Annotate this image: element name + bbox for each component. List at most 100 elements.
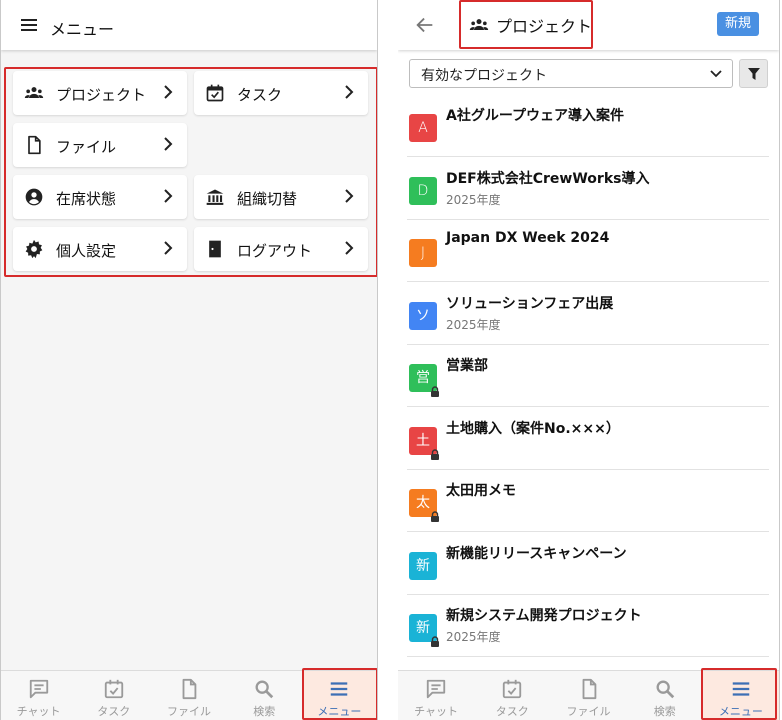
project-name: 新規システム開発プロジェクト: [446, 608, 642, 624]
chevron-right-icon: [164, 85, 173, 99]
lock-icon: [431, 386, 439, 397]
menu-item-file[interactable]: ファイル: [13, 123, 187, 167]
project-name: 新機能リリースキャンペーン: [446, 545, 627, 562]
chat-icon: [426, 679, 446, 699]
calendar-check-icon: [206, 84, 224, 102]
back-arrow-icon[interactable]: [414, 14, 436, 36]
nav-menu[interactable]: メニュー: [301, 671, 377, 720]
chevron-down-icon: [710, 70, 722, 78]
menu-icon: [732, 682, 750, 696]
bottom-nav: チャット タスク ファイル 検索 メニュー: [398, 670, 779, 720]
project-name: 太田用メモ: [446, 483, 516, 499]
nav-label: 検索: [253, 705, 276, 718]
menu-item-label: 組織切替: [237, 190, 298, 208]
nav-label: チャット: [16, 705, 61, 718]
project-avatar: D: [409, 176, 437, 205]
project-name: ソリューションフェア出展: [446, 295, 614, 312]
project-avatar: A: [409, 114, 437, 142]
menu-item-project[interactable]: プロジェクト: [13, 71, 187, 115]
hamburger-icon[interactable]: [21, 19, 37, 34]
door-icon: [209, 240, 221, 258]
project-name: DEF株式会社CrewWorks導入: [446, 170, 650, 187]
menu-item-task[interactable]: タスク: [194, 71, 368, 115]
chevron-right-icon: [345, 85, 354, 99]
project-subtitle: 2025年度: [446, 630, 501, 644]
project-avatar: ソ: [409, 301, 437, 330]
nav-label: チャット: [414, 705, 459, 718]
account-circle-icon: [25, 188, 43, 206]
menu-header: メニュー: [1, 0, 377, 50]
file-icon: [182, 678, 197, 700]
file-icon: [28, 135, 41, 155]
project-filter-select[interactable]: 有効なプロジェクト: [409, 59, 733, 88]
project-row[interactable]: ソソリューションフェア出展 2025年度: [407, 283, 769, 345]
menu-highlight-frame: プロジェクト タスク ファイル 在席状態 組織切替 個人設定 ログアウト: [4, 67, 377, 277]
bottom-nav: チャット タスク ファイル 検索 メニュー: [1, 670, 377, 720]
filter-button[interactable]: [739, 59, 768, 88]
title-highlight-frame: [459, 0, 593, 49]
search-icon: [255, 680, 274, 699]
nav-file[interactable]: ファイル: [550, 671, 626, 720]
menu-item-logout[interactable]: ログアウト: [194, 227, 368, 271]
menu-item-label: タスク: [237, 86, 283, 104]
bank-icon: [206, 189, 224, 205]
nav-file[interactable]: ファイル: [151, 671, 226, 720]
project-avatar: 新: [409, 551, 437, 580]
project-subtitle: 2025年度: [446, 317, 501, 332]
nav-task[interactable]: タスク: [474, 671, 550, 720]
project-row[interactable]: J Japan DX Week 2024: [407, 220, 769, 282]
nav-menu[interactable]: メニュー: [702, 671, 779, 720]
nav-chat[interactable]: チャット: [1, 671, 76, 720]
nav-chat[interactable]: チャット: [398, 671, 474, 720]
project-row[interactable]: 営営業部: [407, 345, 769, 407]
new-project-button[interactable]: 新規: [716, 12, 759, 36]
nav-label: メニュー: [718, 705, 763, 718]
project-avatar: J: [409, 239, 437, 267]
project-row[interactable]: 新新規システム開発プロジェクト 2025年度: [407, 595, 769, 657]
nav-label: タスク: [495, 705, 529, 718]
nav-label: 検索: [653, 705, 676, 718]
menu-item-label: ファイル: [56, 138, 117, 156]
project-name: A社グループウェア導入案件: [446, 108, 624, 124]
chevron-right-icon: [164, 137, 173, 151]
task-icon: [104, 679, 123, 699]
menu-item-org-switch[interactable]: 組織切替: [194, 175, 368, 219]
project-row[interactable]: 土土地購入（案件No.×××）: [407, 408, 769, 470]
menu-screen: メニュー プロジェクト タスク ファイル 在席状態 組織切替 個人設定 ログアウ…: [0, 0, 378, 720]
project-row[interactable]: D DEF株式会社CrewWorks導入 2025年度: [407, 158, 769, 220]
project-row[interactable]: A A社グループウェア導入案件: [407, 95, 769, 157]
project-name: 土地購入（案件No.×××）: [446, 420, 620, 437]
nav-search[interactable]: 検索: [227, 671, 302, 720]
people-icon: [24, 87, 44, 98]
filter-selected-value: 有効なプロジェクト: [421, 68, 547, 84]
lock-icon: [431, 448, 439, 460]
project-name: 営業部: [446, 358, 488, 374]
chevron-right-icon: [345, 241, 354, 255]
chat-icon: [29, 679, 48, 699]
lock-icon: [431, 636, 439, 647]
project-name: Japan DX Week 2024: [446, 230, 610, 246]
nav-label: メニュー: [317, 705, 362, 718]
task-icon: [503, 679, 522, 699]
nav-label: タスク: [97, 705, 131, 718]
menu-item-label: 在席状態: [56, 190, 117, 208]
nav-task[interactable]: タスク: [76, 671, 151, 720]
nav-label: ファイル: [167, 705, 211, 718]
project-subtitle: 2025年度: [446, 192, 501, 207]
file-icon: [582, 678, 596, 700]
menu-item-personal-settings[interactable]: 個人設定: [13, 227, 187, 271]
menu-item-presence[interactable]: 在席状態: [13, 175, 187, 219]
chevron-right-icon: [345, 189, 354, 203]
gear-icon: [25, 239, 43, 259]
chevron-right-icon: [164, 241, 173, 255]
project-row[interactable]: 太太田用メモ: [407, 470, 769, 532]
project-list-screen: プロジェクト 新規 有効なプロジェクト A A社グループウェア導入案件 D DEF株式…: [398, 0, 780, 720]
menu-item-label: ログアウト: [237, 242, 313, 260]
page-title: メニュー: [50, 20, 115, 39]
search-icon: [656, 680, 674, 699]
funnel-icon: [748, 68, 760, 80]
project-row[interactable]: 新新機能リリースキャンペーン: [407, 533, 769, 595]
menu-item-label: プロジェクト: [56, 86, 147, 104]
lock-icon: [431, 511, 439, 522]
nav-search[interactable]: 検索: [627, 671, 703, 720]
